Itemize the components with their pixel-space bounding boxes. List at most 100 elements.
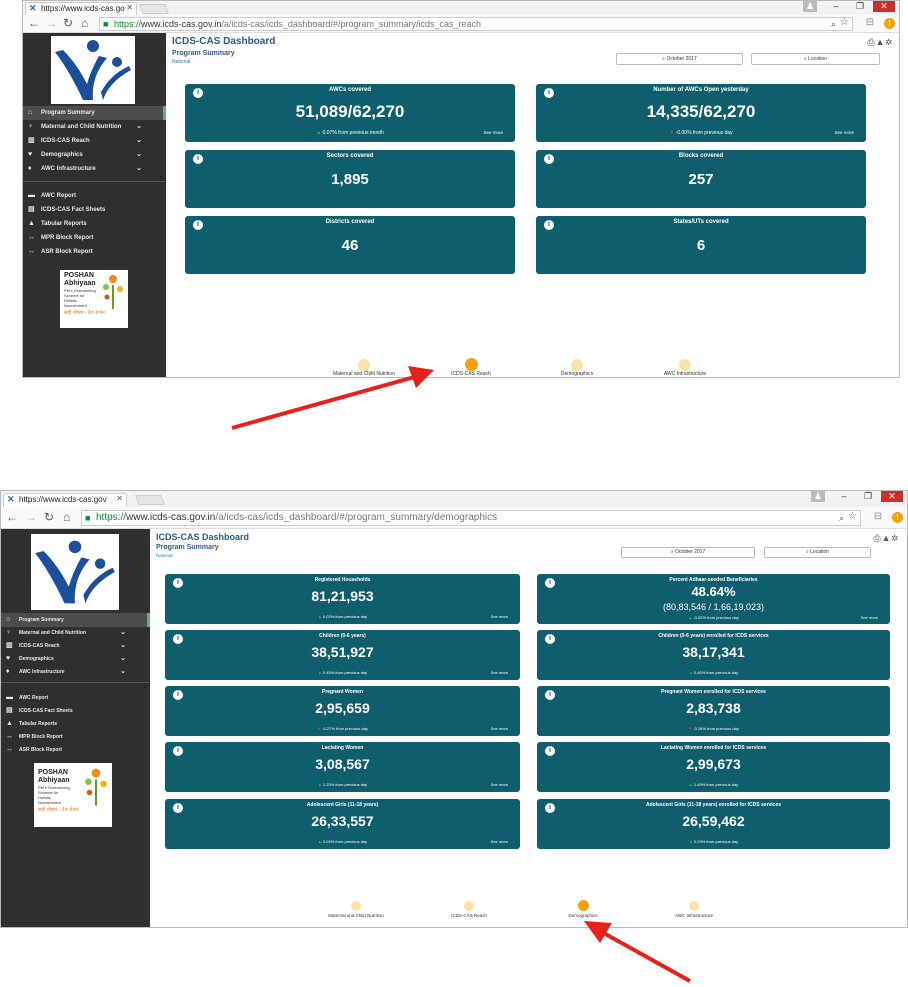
sidebar-item-mpr-block-report[interactable]: ↔ MPR Block Report [1,730,150,744]
sidebar-item-tabular-reports[interactable]: ▲ Tabular Reports [1,717,150,731]
sidebar-item-tabular-reports[interactable]: ▲ Tabular Reports [23,217,166,231]
address-bar[interactable]: ■ https://www.icds-cas.gov.in/a/icds-cas… [99,17,853,31]
browser-tab[interactable]: ✕ https://www.icds-cas.gov ✕ [3,493,127,507]
forward-icon[interactable]: → [25,511,37,524]
month-filter-button[interactable]: ⌕ October 2017 [616,53,743,65]
minimize-icon[interactable]: – [833,491,855,502]
kpi-card-pregnant-enrolled[interactable]: i Pregnant Women enrolled for ICDS servi… [537,686,890,736]
nav-bubble-label[interactable]: ICDS-CAS Reach [451,913,487,918]
kpi-card-adolescent-girls[interactable]: i Adolescent Girls (11-18 years) 26,33,5… [165,799,520,849]
print-icon[interactable]: ⎙ [867,37,875,47]
sidebar-item-demographics[interactable]: ♥ Demographics ⌄ [1,652,150,666]
nav-bubble-infrastructure[interactable] [679,359,691,371]
zoom-icon[interactable]: ⌕ [831,18,836,30]
location-filter-button[interactable]: ⌕ Location [764,547,871,558]
sidebar-item-icds-cas-reach[interactable]: ▥ ICDS-CAS Reach ⌄ [23,134,166,148]
nav-bubble-maternal[interactable] [351,901,361,911]
sidebar-item-demographics[interactable]: ♥ Demographics ⌄ [23,148,166,162]
see-more-link[interactable]: See more [834,130,854,135]
zoom-icon[interactable]: ⌕ [839,511,844,525]
kpi-card-adolescent-enrolled[interactable]: i Adolescent Girls (11-18 years) enrolle… [537,799,890,849]
sidebar-item-awc-infrastructure[interactable]: ♦ AWC Infrastructure ⌄ [23,162,166,176]
reload-icon[interactable]: ↻ [63,17,73,30]
browser-tab[interactable]: ✕ https://www.icds-cas.go ✕ [25,2,137,15]
see-more-link[interactable]: See more [491,782,508,787]
location-level[interactable]: National [156,553,173,558]
kpi-card-pregnant-women[interactable]: i Pregnant Women 2,95,659 ▼ -0.27% from … [165,686,520,736]
nav-bubble-demographics[interactable] [578,900,589,911]
kpi-card-awcs-open[interactable]: i Number of AWCs Open yesterday 14,335/6… [536,84,866,142]
new-tab-button[interactable] [135,495,165,505]
sidebar-item-program-summary[interactable]: ⌂ Program Summary [23,106,166,120]
extension-icon[interactable]: ⊟ [871,511,885,524]
bookmark-star-icon[interactable]: ☆ [848,511,857,524]
profile-icon[interactable]: ♟ [803,1,817,12]
nav-bubble-reach[interactable] [464,901,474,911]
warning-icon[interactable]: ▲ [882,533,892,543]
sidebar-item-awc-infrastructure[interactable]: ♦ AWC Infrastructure ⌄ [1,665,150,679]
print-icon[interactable]: ⎙ [873,533,881,543]
address-bar[interactable]: ■ https://www.icds-cas.gov.in/a/icds-cas… [81,510,861,526]
gear-icon[interactable]: ✲ [885,37,893,47]
restore-icon[interactable]: ❐ [849,1,871,12]
kpi-card-children-enrolled[interactable]: i Children (0-6 years) enrolled for ICDS… [537,630,890,680]
warning-icon[interactable]: ▲ [876,37,886,47]
extension-icon[interactable]: ⊟ [863,17,877,30]
alert-extension-icon[interactable]: ! [892,512,903,523]
see-more-link[interactable]: See more [491,614,508,619]
sidebar-item-icds-cas-reach[interactable]: ▥ ICDS-CAS Reach ⌄ [1,639,150,653]
sidebar-item-awc-report[interactable]: ▬ AWC Report [23,189,166,203]
alert-extension-icon[interactable]: ! [884,18,895,29]
nav-bubble-label[interactable]: Demographics [561,371,593,377]
home-icon[interactable]: ⌂ [63,511,70,524]
profile-icon[interactable]: ♟ [811,491,825,502]
sidebar-item-program-summary[interactable]: ⌂ Program Summary [1,613,150,627]
back-icon[interactable]: ← [28,17,40,30]
nav-bubble-label[interactable]: Maternal and Child Nutrition [328,913,384,918]
sidebar-item-fact-sheets[interactable]: ▤ ICDS-CAS Fact Sheets [23,203,166,217]
back-icon[interactable]: ← [6,511,18,524]
nav-bubble-demographics[interactable] [571,359,583,371]
see-more-link[interactable]: See more [491,839,508,844]
home-icon[interactable]: ⌂ [81,17,88,30]
sidebar-item-awc-report[interactable]: ▬ AWC Report [1,691,150,705]
kpi-card-children[interactable]: i Children (0-6 years) 38,51,927 ▲ 0.45%… [165,630,520,680]
tab-close-icon[interactable]: ✕ [126,3,133,12]
sidebar-item-maternal-child-nutrition[interactable]: ♀ Maternal and Child Nutrition ⌄ [1,626,150,640]
close-window-icon[interactable]: ✕ [881,491,903,502]
kpi-card-registered-households[interactable]: i Registered Households 81,21,953 ▲ 0.02… [165,574,520,624]
location-filter-button[interactable]: ⌕ Location [751,53,880,65]
sidebar-item-fact-sheets[interactable]: ▤ ICDS-CAS Fact Sheets [1,704,150,718]
tab-close-icon[interactable]: ✕ [116,494,123,503]
see-more-link[interactable]: See more [861,615,878,620]
see-more-link[interactable]: See more [483,130,503,135]
kpi-card-sectors[interactable]: i Sectors covered 1,895 [185,150,515,208]
nav-bubble-reach[interactable] [465,358,478,371]
see-more-link[interactable]: See more [491,670,508,675]
sidebar-item-asr-block-report[interactable]: ↔ ASR Block Report [1,743,150,757]
sidebar-item-mpr-block-report[interactable]: ↔ MPR Block Report [23,231,166,245]
kpi-card-lactating-enrolled[interactable]: i Lactating Women enrolled for ICDS serv… [537,742,890,792]
kpi-card-awcs-covered[interactable]: i AWCs covered 51,089/62,270 ▲ 0.07% fro… [185,84,515,142]
kpi-card-lactating-women[interactable]: i Lactating Women 3,08,567 ▲ 1.23% from … [165,742,520,792]
kpi-card-states[interactable]: i States/UTs covered 6 [536,216,866,274]
kpi-card-districts[interactable]: i Districts covered 46 [185,216,515,274]
nav-bubble-label[interactable]: ICDS-CAS Reach [451,371,491,377]
sidebar-item-maternal-child-nutrition[interactable]: ♀ Maternal and Child Nutrition ⌄ [23,120,166,134]
kpi-card-blocks[interactable]: i Blocks covered 257 [536,150,866,208]
location-level[interactable]: National [172,59,190,65]
minimize-icon[interactable]: – [825,1,847,12]
close-window-icon[interactable]: ✕ [873,1,895,12]
sidebar-item-asr-block-report[interactable]: ↔ ASR Block Report [23,245,166,259]
new-tab-button[interactable] [139,4,169,14]
forward-icon[interactable]: → [45,17,57,30]
bookmark-star-icon[interactable]: ☆ [840,18,849,29]
gear-icon[interactable]: ✲ [891,533,899,543]
nav-bubble-infrastructure[interactable] [689,901,699,911]
month-filter-button[interactable]: ⌕ October 2017 [621,547,755,558]
restore-icon[interactable]: ❐ [857,491,879,502]
kpi-card-aadhaar-seeded[interactable]: i Percent Adhaar-seeded Beneficiaries 48… [537,574,890,624]
see-more-link[interactable]: See more [491,726,508,731]
nav-bubble-label[interactable]: AWC Infrastructure [664,371,706,377]
reload-icon[interactable]: ↻ [44,511,54,524]
